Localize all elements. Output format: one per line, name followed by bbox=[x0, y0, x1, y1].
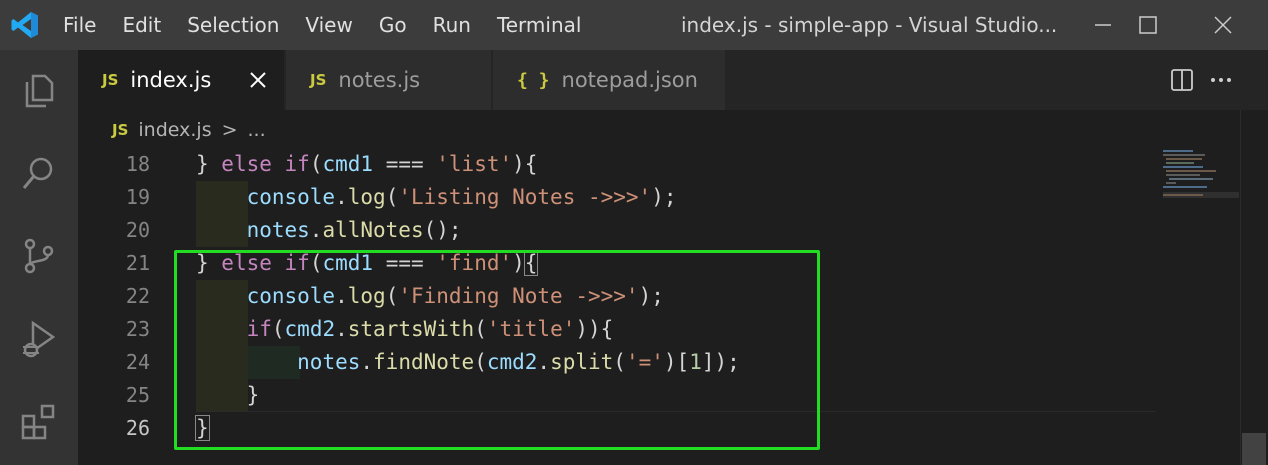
source-control-icon bbox=[24, 238, 54, 274]
code-text: notes.allNotes(); bbox=[246, 218, 462, 242]
vertical-scrollbar[interactable] bbox=[1240, 110, 1268, 465]
annotation-highlight-box bbox=[174, 250, 820, 450]
line-number: 22 bbox=[125, 284, 150, 308]
tab-notes-js[interactable]: JS notes.js bbox=[286, 50, 491, 110]
breadcrumb: JS index.js > ... bbox=[78, 110, 1268, 150]
menu-terminal[interactable]: Terminal bbox=[484, 0, 595, 50]
tab-notepad-json[interactable]: { } notepad.json bbox=[493, 50, 725, 110]
tab-label: notepad.json bbox=[561, 68, 698, 92]
menu-selection[interactable]: Selection bbox=[174, 0, 292, 50]
run-debug-button[interactable] bbox=[0, 299, 78, 379]
javascript-file-icon: JS bbox=[102, 71, 119, 89]
json-file-icon: { } bbox=[517, 69, 550, 91]
run-debug-icon bbox=[23, 320, 56, 358]
source-control-button[interactable] bbox=[0, 216, 78, 296]
title-bar: File Edit Selection View Go Run Terminal… bbox=[0, 0, 1268, 50]
split-editor-icon bbox=[1171, 69, 1193, 91]
window-title: index.js - simple-app - Visual Studio... bbox=[681, 13, 1058, 37]
menu-view[interactable]: View bbox=[292, 0, 365, 50]
line-number: 23 bbox=[125, 317, 150, 341]
search-icon bbox=[22, 157, 53, 189]
tab-bar: JS index.js JS notes.js { } notepad.json bbox=[78, 50, 1268, 110]
line-number: 26 bbox=[125, 416, 150, 440]
explorer-icon bbox=[25, 74, 54, 108]
breadcrumb-separator: > bbox=[221, 119, 238, 141]
tab-close-button[interactable] bbox=[246, 68, 270, 92]
line-number: 18 bbox=[125, 152, 150, 176]
line-number: 25 bbox=[125, 383, 150, 407]
menu-bar: File Edit Selection View Go Run Terminal bbox=[50, 0, 594, 50]
line-number: 19 bbox=[125, 185, 150, 209]
line-number: 20 bbox=[125, 218, 150, 242]
close-icon bbox=[1214, 16, 1232, 34]
extensions-icon bbox=[21, 404, 55, 440]
code-line: 18 } else if(cmd1 === 'list'){ bbox=[78, 148, 1240, 181]
vscode-logo-icon bbox=[0, 0, 50, 50]
tab-index-js[interactable]: JS index.js bbox=[78, 50, 284, 110]
extensions-button[interactable] bbox=[0, 382, 78, 462]
tab-label: index.js bbox=[130, 68, 212, 92]
menu-run[interactable]: Run bbox=[420, 0, 484, 50]
breadcrumb-file[interactable]: index.js bbox=[138, 119, 211, 141]
activity-bar bbox=[0, 50, 78, 465]
line-number: 24 bbox=[125, 350, 150, 374]
javascript-file-icon: JS bbox=[310, 71, 327, 89]
close-icon bbox=[250, 72, 266, 88]
maximize-icon bbox=[1139, 16, 1157, 34]
close-window-button[interactable] bbox=[1178, 0, 1268, 50]
menu-edit[interactable]: Edit bbox=[109, 0, 174, 50]
minimap[interactable] bbox=[1160, 148, 1240, 208]
javascript-file-icon: JS bbox=[112, 121, 129, 139]
search-button[interactable] bbox=[0, 133, 78, 213]
breadcrumb-more[interactable]: ... bbox=[248, 119, 266, 141]
split-editor-button[interactable] bbox=[1167, 65, 1197, 95]
code-text: console.log('Listing Notes ->>>'); bbox=[246, 185, 677, 209]
menu-go[interactable]: Go bbox=[366, 0, 420, 50]
code-text: } else if(cmd1 === 'list'){ bbox=[196, 152, 538, 176]
menu-file[interactable]: File bbox=[50, 0, 109, 50]
line-number: 21 bbox=[125, 251, 150, 275]
tab-label: notes.js bbox=[338, 68, 421, 92]
scrollbar-thumb[interactable] bbox=[1242, 433, 1266, 465]
more-actions-icon bbox=[1211, 78, 1231, 82]
code-line: 20 notes.allNotes(); bbox=[78, 214, 1240, 247]
explorer-button[interactable] bbox=[0, 50, 78, 130]
more-actions-button[interactable] bbox=[1206, 65, 1236, 95]
code-line: 19 console.log('Listing Notes ->>>'); bbox=[78, 181, 1240, 214]
